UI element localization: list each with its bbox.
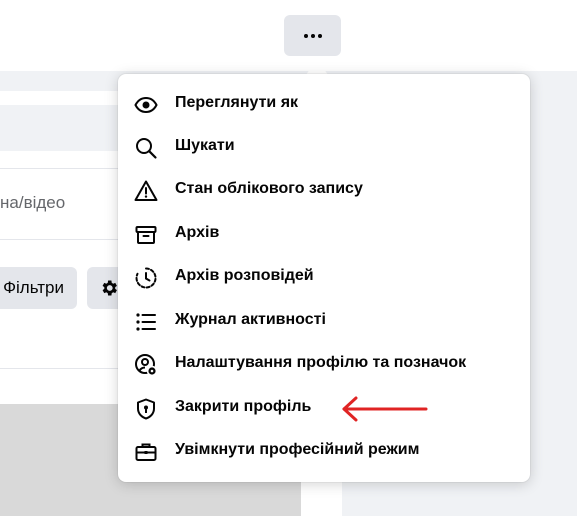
menu-item-label: Налаштування профілю та позначок [175,354,467,371]
profile-options-menu: Переглянути як Шукати Стан облікового за… [118,74,530,482]
menu-item-label: Увімкнути професійний режим [175,441,420,458]
menu-item-view-as[interactable]: Переглянути як [126,84,522,126]
top-bar [0,0,577,71]
filters-button[interactable]: Фільтри [0,267,77,309]
photo-video-label[interactable]: на/відео [0,193,65,213]
eye-icon [134,96,158,114]
menu-item-search[interactable]: Шукати [126,127,522,169]
menu-item-label: Стан облікового запису [175,180,363,197]
story-archive-icon [135,267,157,289]
gear-icon [102,280,117,296]
menu-item-lock-profile[interactable]: Закрити профіль [126,388,522,430]
menu-item-label: Переглянути як [175,94,299,111]
list-icon [136,313,156,331]
menu-item-professional-mode[interactable]: Увімкнути професійний режим [126,431,522,473]
menu-item-archive[interactable]: Архів [126,214,522,256]
more-dots-icon [303,33,322,38]
warning-icon [134,180,158,201]
red-arrow-annotation [342,396,428,422]
menu-item-account-status[interactable]: Стан облікового запису [126,170,522,212]
menu-item-story-archive[interactable]: Архів розповідей [126,257,522,299]
shield-lock-icon [137,398,155,420]
menu-item-profile-settings[interactable]: Налаштування профілю та позначок [126,344,522,386]
menu-item-label: Архів розповідей [175,267,314,284]
profile-settings-icon [135,354,158,377]
briefcase-icon [135,443,157,461]
menu-item-label: Закрити профіль [175,398,312,415]
menu-item-label: Архів [175,224,220,241]
archive-icon [135,226,157,244]
menu-item-label: Журнал активності [175,311,326,328]
menu-item-activity-log[interactable]: Журнал активності [126,301,522,343]
menu-item-label: Шукати [175,137,235,154]
menu-caret [306,58,328,75]
search-icon [136,138,157,159]
more-options-button[interactable] [284,15,341,56]
